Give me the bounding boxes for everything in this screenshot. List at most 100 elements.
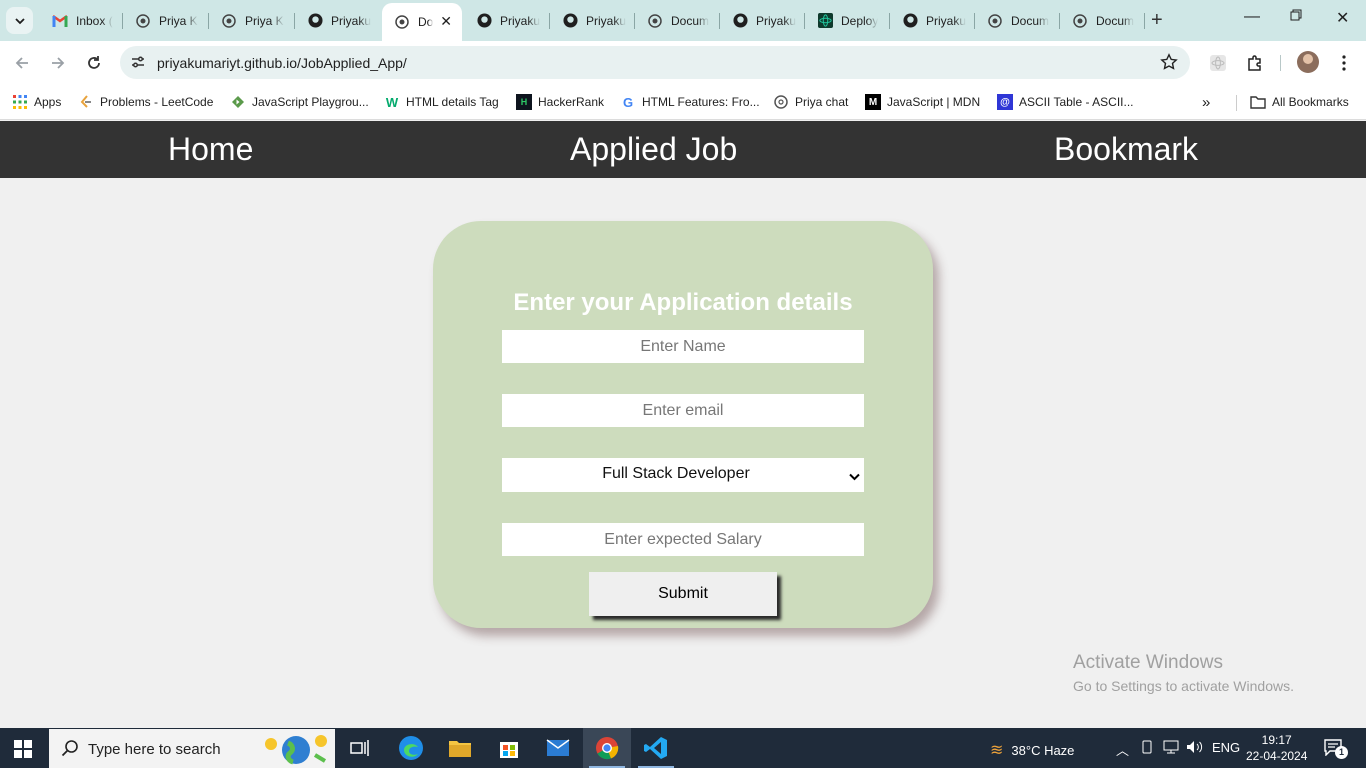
arrow-left-icon	[15, 57, 28, 69]
back-button[interactable]	[12, 53, 32, 73]
tab-10[interactable]: Deploy	[805, 6, 889, 35]
folder-icon	[1250, 94, 1266, 110]
bookmark-label: JavaScript Playgrou...	[252, 95, 369, 109]
tab-label: Priyaku	[500, 13, 541, 28]
weather-widget[interactable]: ≋ 38°C Haze	[990, 740, 1074, 760]
bookmark-star-icon[interactable]	[1160, 53, 1178, 76]
bookmark-label: JavaScript | MDN	[887, 95, 981, 109]
task-view-button[interactable]	[336, 728, 384, 768]
mail-app[interactable]	[534, 728, 582, 768]
address-bar[interactable]: priyakumariyt.github.io/JobApplied_App/	[120, 46, 1190, 79]
minimize-button[interactable]: —	[1244, 8, 1260, 26]
bookmarks-divider	[1236, 95, 1237, 111]
tab-7[interactable]: Priyaku	[550, 6, 634, 35]
chevron-up-icon: ︿	[1116, 743, 1130, 758]
close-icon: ✕	[1336, 10, 1350, 27]
tab-13[interactable]: Docum	[1060, 6, 1144, 35]
store-icon	[500, 742, 518, 758]
bookmark-apps[interactable]: Apps	[12, 92, 61, 112]
url-text[interactable]: priyakumariyt.github.io/JobApplied_App/	[157, 55, 407, 71]
nav-home-link[interactable]: Home	[168, 131, 253, 168]
start-button[interactable]	[14, 740, 32, 763]
extensions-puzzle-icon[interactable]	[1245, 53, 1265, 73]
salary-input[interactable]	[502, 523, 864, 556]
vscode-app[interactable]	[632, 728, 680, 768]
close-window-button[interactable]: ✕	[1336, 8, 1349, 28]
clock-date: 22-04-2024	[1246, 749, 1308, 763]
forward-button[interactable]	[48, 53, 68, 73]
bookmark-js-playground[interactable]: JavaScript Playgrou...	[230, 92, 369, 112]
tab-label: Docum	[1096, 13, 1135, 28]
role-select-value: Full Stack Developer	[602, 465, 750, 482]
language-indicator[interactable]: ENG	[1212, 740, 1240, 755]
close-tab-icon[interactable]: ✕	[440, 13, 452, 30]
tab-11[interactable]: Priyaku	[890, 6, 974, 35]
apps-grid-icon	[12, 94, 28, 110]
watermark-title: Activate Windows	[1073, 652, 1223, 673]
tab-label: Do	[418, 15, 434, 29]
github-icon	[902, 13, 918, 29]
email-input[interactable]	[502, 394, 864, 427]
tab-9[interactable]: Priyaku	[720, 6, 804, 35]
nav-applied-job-link[interactable]: Applied Job	[570, 131, 737, 168]
tab-4[interactable]: Priyaku	[295, 6, 380, 35]
bookmark-label: ASCII Table - ASCII...	[1019, 95, 1134, 109]
tab-search-button[interactable]	[6, 7, 33, 34]
tab-1[interactable]: Inbox (	[40, 6, 122, 35]
earth-day-illustration-icon	[265, 735, 327, 765]
device-icon	[1142, 740, 1152, 754]
all-bookmarks-button[interactable]: All Bookmarks	[1250, 92, 1349, 112]
tab-8[interactable]: Docum	[635, 6, 719, 35]
chrome-menu-button[interactable]	[1334, 53, 1354, 73]
tab-active[interactable]: Do ✕	[382, 3, 462, 41]
new-tab-button[interactable]: +	[1151, 9, 1163, 32]
globe-icon	[394, 14, 410, 30]
chrome-app[interactable]	[583, 728, 631, 768]
name-input[interactable]	[502, 330, 864, 363]
ascii-icon: @	[997, 94, 1013, 110]
nav-bookmark-link[interactable]: Bookmark	[1054, 131, 1198, 168]
notification-center-button[interactable]: 1	[1324, 738, 1348, 759]
tab-label: Priyaku	[926, 13, 967, 28]
file-explorer-app[interactable]	[436, 728, 484, 768]
edge-app[interactable]	[387, 728, 435, 768]
tab-3[interactable]: Priya K	[209, 6, 294, 35]
activate-windows-watermark: Activate Windows Go to Settings to activ…	[1073, 652, 1294, 694]
site-info-icon[interactable]	[130, 54, 146, 75]
profile-avatar[interactable]	[1297, 51, 1319, 73]
network-status[interactable]	[1140, 740, 1154, 757]
restore-icon	[1290, 9, 1302, 21]
tab-separator	[1144, 13, 1145, 29]
bookmark-hackerrank[interactable]: H HackerRank	[516, 92, 604, 112]
bookmark-leetcode[interactable]: Problems - LeetCode	[78, 92, 213, 112]
system-clock[interactable]: 19:17 22-04-2024	[1246, 732, 1307, 764]
volume-control[interactable]	[1186, 740, 1204, 757]
tab-6[interactable]: Priyaku	[464, 6, 549, 35]
site-navbar: Home Applied Job Bookmark	[0, 121, 1366, 178]
bookmark-html-details[interactable]: W HTML details Tag	[384, 92, 499, 112]
bookmark-priya-chat[interactable]: Priya chat	[773, 92, 848, 112]
taskbar-search[interactable]: Type here to search	[49, 729, 335, 768]
tab-2[interactable]: Priya K	[123, 6, 208, 35]
store-app[interactable]	[485, 728, 533, 768]
more-bookmarks-button[interactable]: »	[1202, 92, 1210, 112]
tab-12[interactable]: Docum	[975, 6, 1059, 35]
bookmark-html-features[interactable]: G HTML Features: Fro...	[620, 92, 760, 112]
bookmark-mdn[interactable]: M JavaScript | MDN	[865, 92, 980, 112]
haze-icon: ≋	[990, 742, 1004, 759]
github-icon	[307, 13, 323, 29]
wifi-status[interactable]	[1162, 740, 1180, 757]
submit-button[interactable]: Submit	[589, 572, 777, 616]
bookmark-label: HackerRank	[538, 95, 605, 109]
bookmark-label: Problems - LeetCode	[100, 95, 214, 109]
role-select[interactable]: Full Stack Developer	[502, 458, 864, 492]
plus-icon: +	[1151, 9, 1163, 31]
bookmark-ascii-table[interactable]: @ ASCII Table - ASCII...	[997, 92, 1134, 112]
globe-icon	[1072, 13, 1088, 29]
reload-button[interactable]	[84, 53, 104, 73]
show-hidden-icons-button[interactable]: ︿	[1116, 740, 1129, 759]
restore-button[interactable]	[1290, 8, 1302, 26]
extension-react-icon[interactable]	[1208, 53, 1228, 73]
globe-icon	[987, 13, 1003, 29]
globe-icon	[135, 13, 151, 29]
